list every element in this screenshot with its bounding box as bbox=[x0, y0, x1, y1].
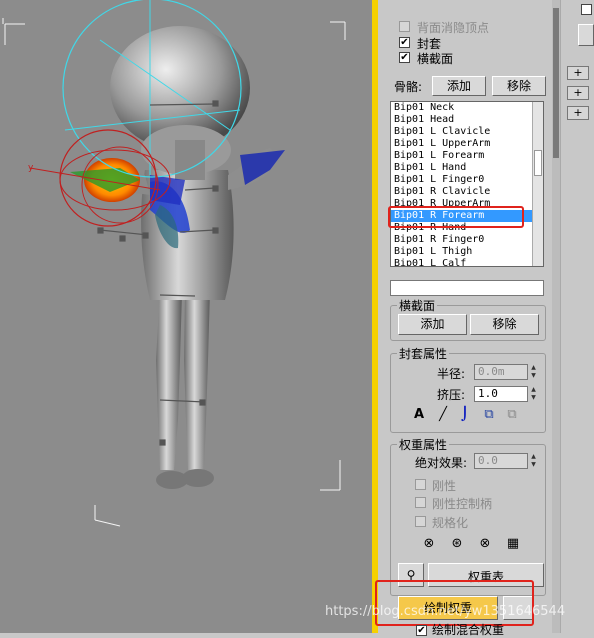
normalize-label: 规格化 bbox=[432, 516, 469, 530]
cross-section-title: 横截面 bbox=[397, 297, 438, 314]
remove-bone-button[interactable]: 移除 bbox=[492, 76, 546, 96]
panel-scroll-thumb[interactable] bbox=[553, 8, 559, 158]
absolute-effect-spinner[interactable]: ▲ ▼ bbox=[529, 453, 538, 469]
absolute-effect-label: 绝对效果: bbox=[415, 456, 468, 470]
right-checkbox[interactable] bbox=[581, 4, 592, 15]
backface-cull-label: 背面消隐顶点 bbox=[417, 21, 490, 35]
selected-bone-highlight bbox=[388, 206, 524, 228]
copy-icon[interactable]: ⧉ bbox=[480, 406, 498, 424]
bone-list-item[interactable]: Bip01 L Calf bbox=[391, 258, 543, 266]
svg-text:y: y bbox=[28, 163, 34, 173]
select-verts-icon[interactable]: ⊛ bbox=[448, 535, 466, 553]
bone-list-scrollbar[interactable] bbox=[532, 102, 543, 266]
absolute-effect-field[interactable]: 0.0 bbox=[474, 453, 528, 469]
cross-sections-label: 横截面 bbox=[417, 52, 454, 66]
exclude-icon[interactable]: ⊗ bbox=[420, 535, 438, 553]
bone-list-item[interactable]: Bip01 Neck bbox=[391, 102, 543, 114]
expand-rollout-2[interactable]: + bbox=[567, 86, 589, 100]
remove-cross-section-button[interactable]: 移除 bbox=[470, 314, 539, 335]
paint-weights-highlight bbox=[375, 580, 534, 626]
bones-label: 骨骼: bbox=[394, 80, 423, 94]
bone-list-item[interactable]: Bip01 L Clavicle bbox=[391, 126, 543, 138]
squash-label: 挤压: bbox=[437, 388, 466, 402]
rigid-handles-checkbox[interactable] bbox=[415, 497, 426, 508]
bone-list-item[interactable]: Bip01 L Finger0 bbox=[391, 174, 543, 186]
viewport[interactable]: y bbox=[0, 0, 372, 633]
bone-list-item[interactable]: Bip01 L UpperArm bbox=[391, 138, 543, 150]
paint-blend-label: 绘制混合权重 bbox=[432, 623, 505, 637]
watermark: https://blog.csdn.net/yw1351646544 bbox=[325, 604, 566, 619]
squash-spinner[interactable]: ▲ ▼ bbox=[529, 386, 538, 402]
curve-icon[interactable]: ⌡ bbox=[456, 406, 474, 424]
film-icon[interactable]: ▦ bbox=[504, 535, 522, 553]
pen-icon[interactable]: ╱ bbox=[434, 406, 452, 424]
bone-list-item[interactable]: Bip01 L Forearm bbox=[391, 150, 543, 162]
bone-list-item[interactable]: Bip01 L Thigh bbox=[391, 246, 543, 258]
add-bone-button[interactable]: 添加 bbox=[432, 76, 486, 96]
rigid-handles-label: 刚性控制柄 bbox=[432, 497, 493, 511]
normalize-checkbox[interactable] bbox=[415, 516, 426, 527]
radius-label: 半径: bbox=[437, 367, 466, 381]
bone-list-item[interactable]: Bip01 Head bbox=[391, 114, 543, 126]
panel-scrollbar[interactable] bbox=[552, 0, 560, 633]
bone-list-item[interactable]: Bip01 R Clavicle bbox=[391, 186, 543, 198]
expand-rollout-3[interactable]: + bbox=[567, 106, 589, 120]
right-button[interactable] bbox=[578, 24, 594, 46]
squash-field[interactable]: 1.0 bbox=[474, 386, 528, 402]
weight-properties-title: 权重属性 bbox=[397, 436, 450, 453]
bone-list[interactable]: Bip01 Neck Bip01 Head Bip01 L Clavicle Bip0… bbox=[390, 101, 544, 267]
expand-rollout-1[interactable]: + bbox=[567, 66, 589, 80]
add-cross-section-button[interactable]: 添加 bbox=[398, 314, 467, 335]
viewport-scene: y bbox=[2, 0, 346, 527]
radius-field[interactable]: 0.0m bbox=[474, 364, 528, 380]
radius-spinner[interactable]: ▲ ▼ bbox=[529, 364, 538, 380]
paste-icon[interactable]: ⧉ bbox=[503, 406, 521, 424]
cross-sections-checkbox[interactable]: ✔ bbox=[399, 52, 410, 63]
rigid-checkbox[interactable] bbox=[415, 479, 426, 490]
backface-cull-checkbox[interactable] bbox=[399, 21, 410, 32]
bone-list-item[interactable]: Bip01 R Finger0 bbox=[391, 234, 543, 246]
envelopes-checkbox[interactable]: ✔ bbox=[399, 37, 410, 48]
bone-list-scroll-thumb[interactable] bbox=[534, 150, 542, 176]
bone-list-item[interactable]: Bip01 L Hand bbox=[391, 162, 543, 174]
envelope-properties-title: 封套属性 bbox=[397, 345, 450, 362]
include-icon[interactable]: ⊗ bbox=[476, 535, 494, 553]
paint-blend-checkbox[interactable]: ✔ bbox=[416, 625, 427, 636]
bone-name-field[interactable] bbox=[390, 280, 544, 296]
text-a-icon[interactable]: A bbox=[410, 406, 428, 424]
rigid-label: 刚性 bbox=[432, 479, 457, 493]
